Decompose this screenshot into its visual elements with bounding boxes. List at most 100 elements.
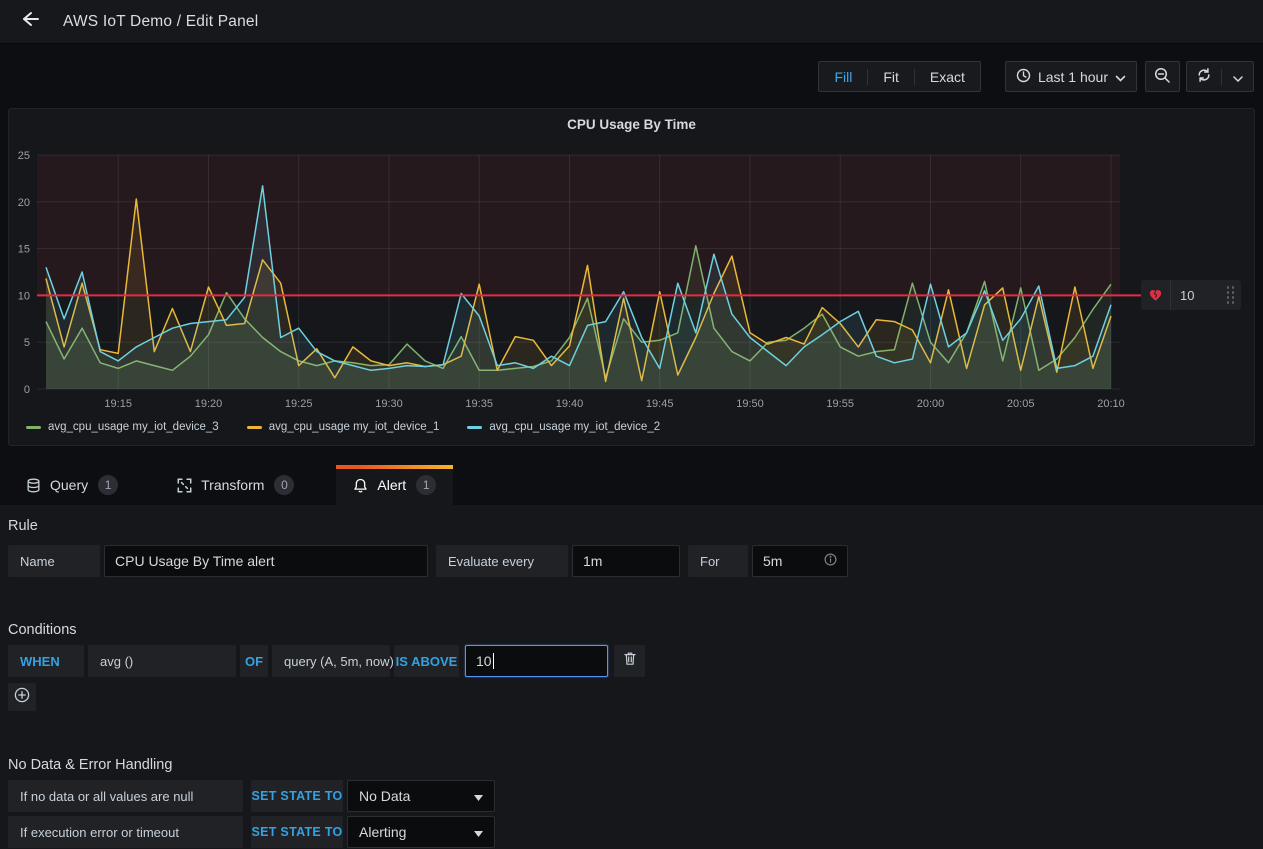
svg-text:25: 25 [18,150,30,162]
svg-text:19:30: 19:30 [375,398,403,410]
add-condition-button[interactable] [8,683,36,711]
tab-count-badge: 0 [274,475,294,495]
chart-legend: avg_cpu_usage my_iot_device_3 avg_cpu_us… [26,421,660,433]
svg-text:19:50: 19:50 [736,398,764,410]
no-data-row: If no data or all values are null SET ST… [8,780,1255,812]
header: AWS IoT Demo / Edit Panel [0,0,1263,44]
bell-icon [353,478,368,493]
query-parts-dropdown[interactable]: query (A, 5m, now) [272,645,390,677]
panel-toolbar: Fill Fit Exact Last 1 hour [818,61,1254,92]
legend-label: avg_cpu_usage my_iot_device_2 [489,421,660,433]
database-icon [26,478,41,493]
page-title: AWS IoT Demo / Edit Panel [63,13,258,31]
tab-label: Alert [377,477,406,493]
time-range-picker[interactable]: Last 1 hour [1005,61,1137,92]
svg-text:15: 15 [18,244,30,256]
delete-condition-button[interactable] [614,645,645,677]
back-button[interactable] [12,4,48,40]
svg-text:10: 10 [18,290,30,302]
cpu-usage-chart[interactable]: 051015202519:1519:2019:2519:3019:3519:40… [9,109,1254,445]
svg-text:19:40: 19:40 [556,398,584,410]
svg-text:19:35: 19:35 [465,398,493,410]
for-label: For [688,545,748,577]
name-label: Name [8,545,100,577]
add-condition-row [8,683,1255,715]
evaluate-every-label: Evaluate every [436,545,568,577]
error-handling-row: If execution error or timeout SET STATE … [8,816,1255,848]
caret-down-icon [474,788,483,804]
refresh-button-group [1186,61,1254,92]
tab-label: Query [50,477,88,493]
operator-dropdown[interactable]: IS ABOVE [394,645,459,677]
refresh-icon [1196,67,1212,86]
legend-item[interactable]: avg_cpu_usage my_iot_device_1 [247,421,440,433]
refresh-button[interactable] [1187,67,1221,86]
series-color-dash [467,426,482,429]
evaluate-every-input[interactable]: 1m [572,545,680,577]
selected-value: Alerting [359,824,406,840]
svg-text:20:05: 20:05 [1007,398,1035,410]
legend-label: avg_cpu_usage my_iot_device_3 [48,421,219,433]
svg-text:19:55: 19:55 [826,398,854,410]
editor-tabs: Query 1 Transform 0 Alert 1 [0,465,1263,505]
selected-value: No Data [359,788,410,804]
of-label: OF [240,645,268,677]
for-value: 5m [763,553,782,569]
tab-label: Transform [201,477,264,493]
svg-text:20: 20 [18,197,30,209]
zoom-out-icon [1154,67,1171,87]
threshold-value: 10 [1171,288,1224,303]
series-color-dash [247,426,262,429]
time-range-label: Last 1 hour [1038,69,1108,85]
drag-handle-icon[interactable] [1224,286,1234,304]
tab-count-badge: 1 [416,475,436,495]
text-cursor [493,653,494,669]
legend-item[interactable]: avg_cpu_usage my_iot_device_3 [26,421,219,433]
no-data-section-heading: No Data & Error Handling [8,757,1255,774]
chart-panel: CPU Usage By Time 051015202519:1519:2019… [8,108,1255,446]
caret-down-icon [474,824,483,840]
tab-alert[interactable]: Alert 1 [336,465,453,505]
for-input[interactable]: 5m [752,545,848,577]
alert-tab-content: Rule Name CPU Usage By Time alert Evalua… [0,505,1263,849]
threshold-input-value: 10 [476,653,492,669]
info-circle-icon [824,553,837,569]
threshold-input[interactable]: 10 [465,645,608,677]
no-data-state-select[interactable]: No Data [347,780,495,812]
trash-icon [623,651,637,671]
svg-text:20:00: 20:00 [917,398,945,410]
grafana-edit-panel: AWS IoT Demo / Edit Panel Fill Fit Exact… [0,0,1263,849]
svg-text:19:45: 19:45 [646,398,674,410]
plus-circle-icon [14,687,30,708]
rule-section-heading: Rule [8,518,1255,535]
zoom-out-button[interactable] [1145,61,1180,92]
heart-break-icon[interactable] [1141,280,1171,310]
legend-label: avg_cpu_usage my_iot_device_1 [269,421,440,433]
svg-text:19:15: 19:15 [104,398,132,410]
error-state-select[interactable]: Alerting [347,816,495,848]
clock-icon [1016,68,1031,86]
tab-count-badge: 1 [98,475,118,495]
chevron-down-icon [1233,69,1243,85]
alert-name-input[interactable]: CPU Usage By Time alert [104,545,428,577]
svg-text:5: 5 [24,337,30,349]
size-mode-fill[interactable]: Fill [819,69,867,85]
svg-text:0: 0 [24,384,30,396]
size-mode-group: Fill Fit Exact [818,61,980,92]
svg-text:20:10: 20:10 [1097,398,1125,410]
refresh-interval-dropdown[interactable] [1221,69,1253,85]
chevron-down-icon [1115,69,1126,85]
execution-error-label: If execution error or timeout [8,816,243,848]
size-mode-exact[interactable]: Exact [914,69,980,85]
aggregation-dropdown[interactable]: avg () [88,645,236,677]
condition-row: WHEN avg () OF query (A, 5m, now) IS ABO… [8,645,1255,677]
tab-query[interactable]: Query 1 [9,465,135,505]
when-dropdown[interactable]: WHEN [8,645,84,677]
svg-text:19:20: 19:20 [195,398,223,410]
legend-item[interactable]: avg_cpu_usage my_iot_device_2 [467,421,660,433]
series-color-dash [26,426,41,429]
size-mode-fit[interactable]: Fit [867,69,914,85]
arrow-left-icon [19,8,41,35]
transform-icon [177,478,192,493]
tab-transform[interactable]: Transform 0 [160,465,311,505]
